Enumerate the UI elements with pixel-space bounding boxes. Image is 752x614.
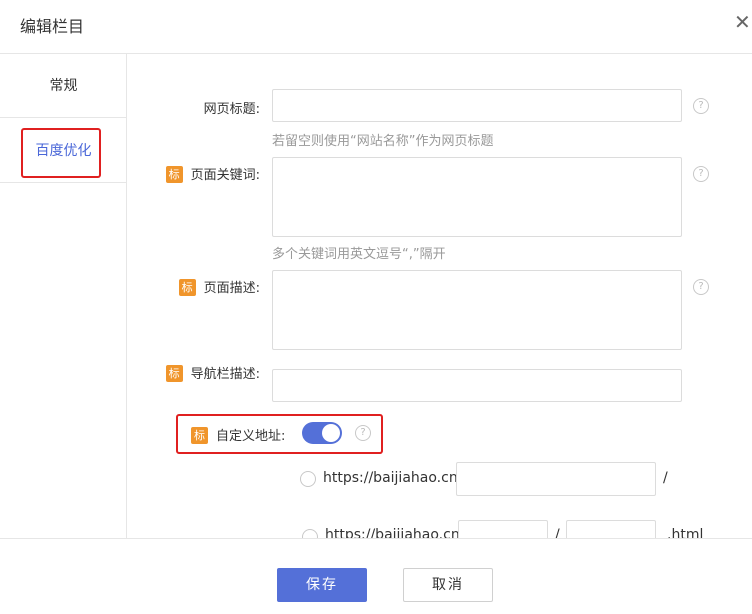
url-option-1-radio[interactable]: [300, 471, 316, 487]
tag-icon: 标: [165, 166, 183, 183]
dialog-footer: 保存 取消: [0, 538, 752, 614]
tag-icon: 标: [191, 427, 208, 444]
page-keywords-hint: 多个关键词用英文逗号“,”隔开: [272, 247, 446, 262]
page-keywords-label: 标页面关键词:: [165, 164, 260, 183]
url-option-1-input[interactable]: [456, 462, 656, 496]
highlight-box: [21, 128, 101, 178]
dialog-header: 编辑栏目 ✕: [0, 0, 752, 54]
help-icon[interactable]: ?: [693, 98, 709, 114]
help-icon[interactable]: ?: [355, 425, 371, 441]
page-keywords-input[interactable]: [272, 157, 682, 237]
page-title-label: 网页标题:: [203, 102, 260, 117]
nav-description-input[interactable]: [272, 369, 682, 402]
tag-icon: 标: [178, 279, 196, 296]
toggle-knob: [322, 424, 340, 442]
page-title-input[interactable]: [272, 89, 682, 122]
url-option-1-suffix: /: [663, 470, 668, 486]
save-button[interactable]: 保存: [277, 568, 367, 602]
custom-url-toggle[interactable]: [302, 422, 342, 444]
page-description-input[interactable]: [272, 270, 682, 350]
page-description-label: 标页面描述:: [178, 277, 260, 296]
sidebar-item-general[interactable]: 常规: [0, 54, 127, 118]
custom-url-label: 标自定义地址:: [191, 425, 285, 444]
url-option-1-prefix: https://baijiahao.cn/: [323, 470, 463, 486]
sidebar: 常规 百度优化: [0, 54, 127, 538]
close-icon[interactable]: ✕: [734, 10, 752, 34]
help-icon[interactable]: ?: [693, 166, 709, 182]
cancel-button[interactable]: 取消: [403, 568, 493, 602]
dialog-title: 编辑栏目: [20, 17, 85, 36]
help-icon[interactable]: ?: [693, 279, 709, 295]
page-title-hint: 若留空则使用“网站名称”作为网页标题: [272, 134, 494, 149]
tag-icon: 标: [165, 365, 183, 382]
nav-description-label: 标导航栏描述:: [165, 363, 260, 382]
